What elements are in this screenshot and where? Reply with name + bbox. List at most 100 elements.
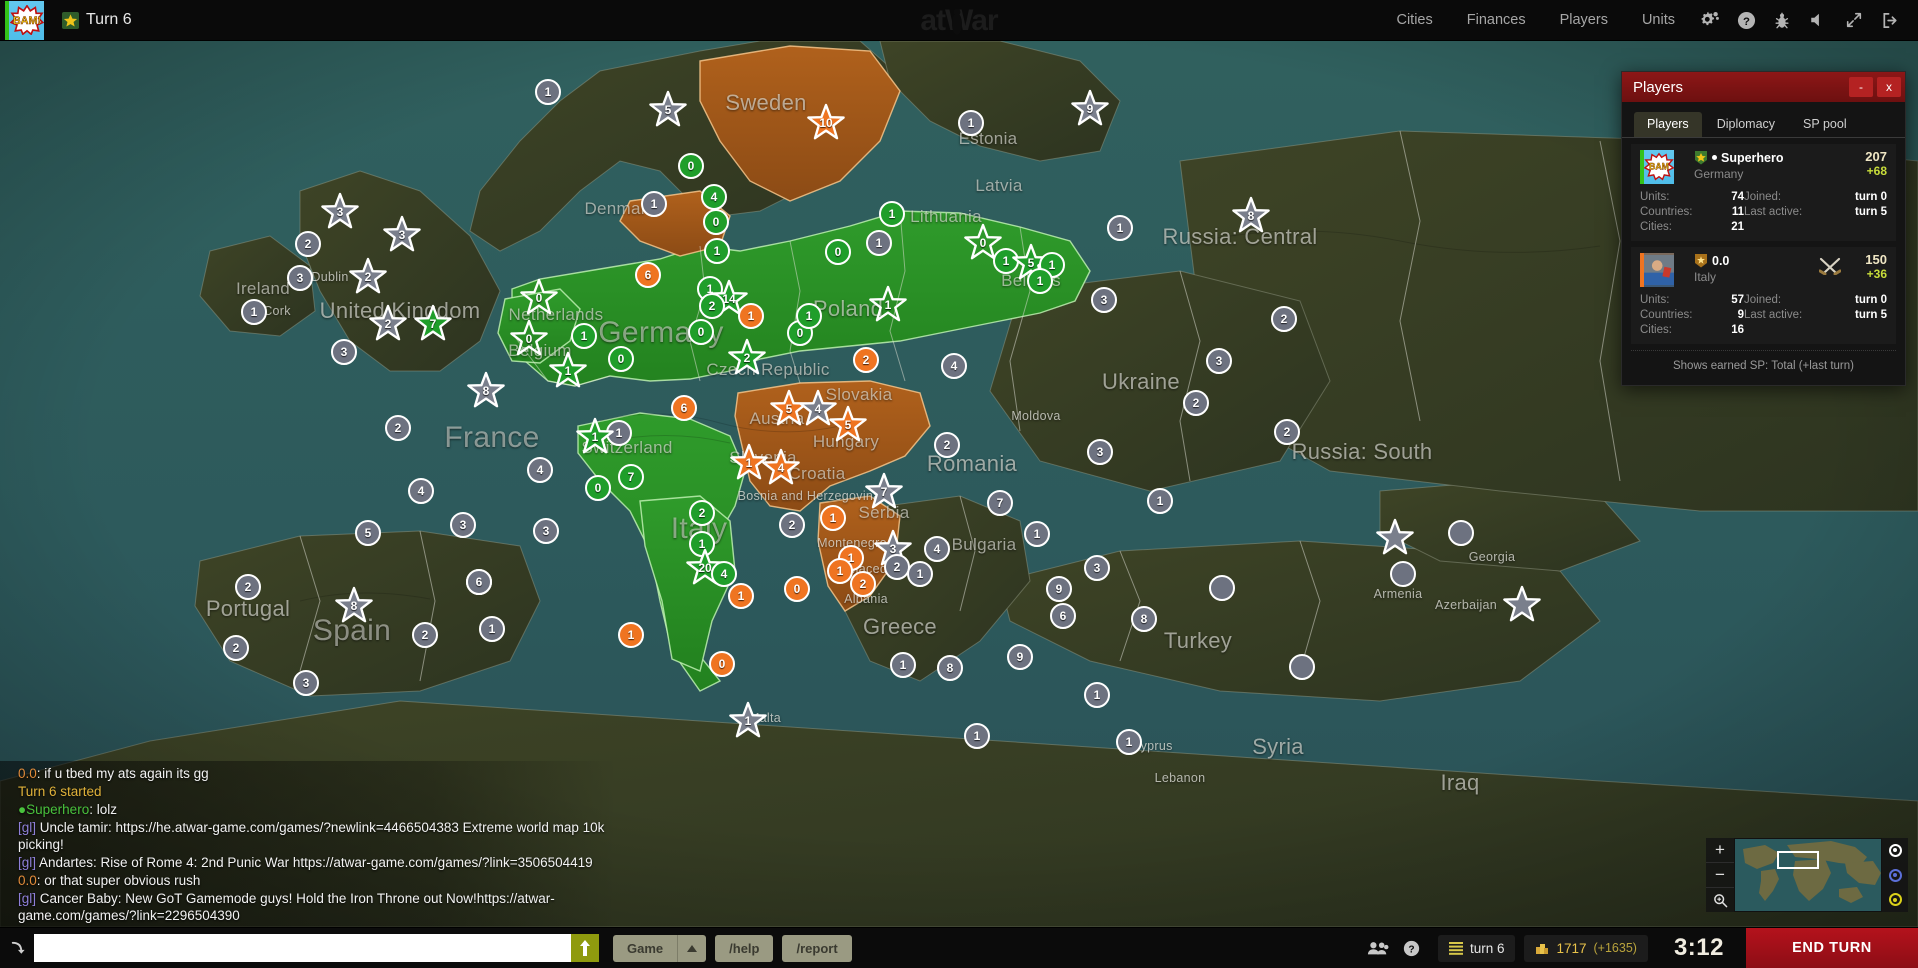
unit-marker[interactable] (1390, 561, 1416, 587)
unit-marker[interactable]: 1 (1147, 488, 1173, 514)
unit-marker[interactable]: 6 (635, 262, 661, 288)
unit-marker[interactable]: 2 (699, 293, 725, 319)
city-marker[interactable]: 8 (1231, 196, 1271, 236)
unit-marker[interactable]: 1 (890, 652, 916, 678)
unit-marker[interactable]: 1 (866, 230, 892, 256)
unit-marker[interactable]: 1 (535, 79, 561, 105)
unit-marker[interactable]: 7 (618, 464, 644, 490)
unit-marker[interactable]: 3 (331, 339, 357, 365)
report-command-button[interactable]: /report (782, 934, 852, 962)
unit-marker[interactable]: 2 (412, 622, 438, 648)
unit-marker[interactable]: 1 (964, 723, 990, 749)
chat-input[interactable] (34, 934, 571, 962)
unit-marker[interactable]: 1 (738, 303, 764, 329)
unit-marker[interactable]: 4 (711, 561, 737, 587)
zoom-out-button[interactable]: − (1706, 863, 1734, 888)
nav-players[interactable]: Players (1543, 2, 1625, 38)
unit-marker[interactable]: 0 (608, 346, 634, 372)
send-message-button[interactable] (571, 934, 599, 962)
game-dropdown[interactable]: Game (613, 934, 707, 962)
unit-marker[interactable]: 1 (827, 558, 853, 584)
unit-marker[interactable]: 1 (1027, 268, 1053, 294)
unit-marker[interactable]: 2 (1274, 419, 1300, 445)
unit-marker[interactable]: 6 (671, 395, 697, 421)
unit-marker[interactable]: 1 (879, 201, 905, 227)
unit-marker[interactable]: 6 (466, 569, 492, 595)
unit-marker[interactable]: 1 (479, 616, 505, 642)
unit-marker[interactable]: 1 (796, 303, 822, 329)
unit-marker[interactable] (1289, 654, 1315, 680)
zoom-in-button[interactable]: + (1706, 838, 1734, 863)
unit-marker[interactable]: 2 (1271, 306, 1297, 332)
unit-marker[interactable]: 2 (223, 635, 249, 661)
city-marker[interactable]: 9 (1070, 89, 1110, 129)
player-card[interactable]: 0.0 Italy 150 +36 Units: 57 Joined: turn… (1631, 247, 1896, 344)
help-circle-icon[interactable]: ? (1395, 928, 1429, 968)
unit-marker[interactable]: 0 (825, 239, 851, 265)
city-marker[interactable]: 2 (348, 257, 388, 297)
unit-marker[interactable]: 0 (709, 651, 735, 677)
unit-marker[interactable]: 4 (701, 184, 727, 210)
unit-marker[interactable]: 1 (907, 561, 933, 587)
unit-marker[interactable]: 0 (703, 209, 729, 235)
nav-cities[interactable]: Cities (1379, 2, 1449, 38)
unit-marker[interactable]: 1 (1024, 521, 1050, 547)
city-marker[interactable]: 10 (806, 103, 846, 143)
unit-marker[interactable]: 2 (853, 347, 879, 373)
unit-marker[interactable]: 2 (934, 432, 960, 458)
unit-marker[interactable]: 3 (1084, 555, 1110, 581)
players-group-icon[interactable] (1361, 928, 1395, 968)
unit-marker[interactable] (1448, 520, 1474, 546)
unit-marker[interactable]: 2 (385, 415, 411, 441)
bug-icon[interactable] (1764, 0, 1800, 41)
close-button[interactable]: x (1877, 77, 1901, 97)
unit-marker[interactable]: 7 (987, 490, 1013, 516)
unit-marker[interactable]: 5 (355, 520, 381, 546)
unit-marker[interactable]: 8 (1131, 606, 1157, 632)
unit-marker[interactable]: 1 (241, 299, 267, 325)
unit-marker[interactable]: 2 (235, 574, 261, 600)
city-marker[interactable]: 0 (509, 319, 549, 359)
unit-marker[interactable]: 1 (704, 238, 730, 264)
turn-chip[interactable]: turn 6 (1437, 934, 1516, 962)
city-marker[interactable]: 8 (466, 371, 506, 411)
city-marker[interactable]: 7 (864, 472, 904, 512)
nav-finances[interactable]: Finances (1450, 2, 1543, 38)
tab-players[interactable]: Players (1634, 112, 1702, 137)
player-card[interactable]: BAM Superhero Germany 207 +68 Units: 74 … (1631, 144, 1896, 241)
unit-marker[interactable]: 0 (678, 153, 704, 179)
city-marker[interactable]: 5 (648, 90, 688, 130)
unit-marker[interactable]: 1 (1084, 682, 1110, 708)
layer-white-button[interactable] (1882, 838, 1908, 863)
unit-marker[interactable]: 3 (1206, 348, 1232, 374)
sound-icon[interactable] (1800, 0, 1836, 41)
unit-marker[interactable]: 2 (850, 571, 876, 597)
unit-marker[interactable]: 6 (1050, 603, 1076, 629)
city-marker[interactable]: 3 (382, 215, 422, 255)
unit-marker[interactable]: 3 (533, 518, 559, 544)
unit-marker[interactable]: 2 (884, 554, 910, 580)
unit-marker[interactable]: 2 (295, 231, 321, 257)
city-marker[interactable]: 1 (728, 701, 768, 741)
unit-marker[interactable]: 1 (820, 505, 846, 531)
unit-marker[interactable]: 8 (937, 655, 963, 681)
unit-marker[interactable]: 4 (527, 457, 553, 483)
city-marker[interactable]: 4 (761, 448, 801, 488)
unit-marker[interactable]: 4 (924, 536, 950, 562)
minimize-button[interactable]: - (1849, 77, 1873, 97)
minimap-widget[interactable]: + − (1706, 838, 1908, 912)
help-icon[interactable]: ? (1728, 0, 1764, 41)
city-marker[interactable]: 1 (868, 285, 908, 325)
unit-marker[interactable]: 2 (1183, 390, 1209, 416)
scroll-to-bottom-icon[interactable] (0, 939, 34, 958)
money-chip[interactable]: 1717 (+1635) (1524, 934, 1648, 962)
tab-sp-pool[interactable]: SP pool (1790, 112, 1860, 137)
unit-marker[interactable]: 1 (571, 323, 597, 349)
unit-marker[interactable]: 1 (728, 583, 754, 609)
unit-marker[interactable]: 0 (784, 576, 810, 602)
unit-marker[interactable]: 3 (287, 265, 313, 291)
minimap[interactable] (1734, 838, 1882, 912)
unit-marker[interactable]: 1 (641, 191, 667, 217)
unit-marker[interactable] (1209, 575, 1235, 601)
player-avatar[interactable] (1640, 253, 1674, 287)
